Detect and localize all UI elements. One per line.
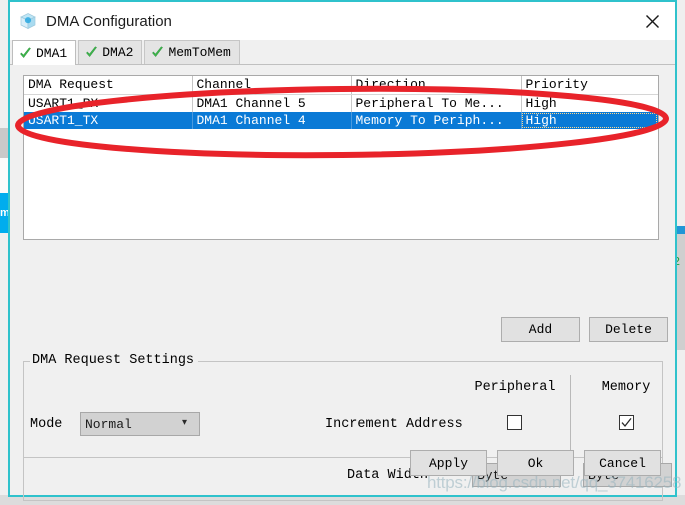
add-button[interactable]: Add	[501, 317, 580, 342]
table-header-row: DMA Request Channel Direction Priority	[24, 76, 658, 95]
increment-address-memory-checkbox[interactable]	[619, 415, 634, 430]
peripheral-column-header: Peripheral	[474, 380, 556, 395]
column-header-direction[interactable]: Direction	[351, 76, 522, 95]
table-row[interactable]: USART1_RX DMA1 Channel 5 Peripheral To M…	[24, 94, 658, 112]
close-icon[interactable]	[629, 2, 675, 40]
tab-dma2-label: DMA2	[102, 45, 134, 60]
delete-button[interactable]: Delete	[589, 317, 668, 342]
checkmark-icon	[621, 417, 632, 428]
cell-priority: High	[525, 95, 557, 111]
dialog-content: DMA Request Channel Direction Priority U…	[10, 65, 675, 501]
cube-icon	[18, 11, 38, 31]
green-check-icon	[151, 46, 164, 59]
tab-strip: DMA1 DMA2 MemToMem	[10, 40, 675, 65]
table-row[interactable]: USART1_TX DMA1 Channel 4 Memory To Perip…	[24, 111, 658, 129]
column-header-channel[interactable]: Channel	[192, 76, 352, 95]
dma-configuration-dialog: DMA Configuration DMA1 DMA2 MemToMem DMA…	[8, 0, 677, 501]
dma-request-table[interactable]: DMA Request Channel Direction Priority U…	[23, 75, 659, 240]
mode-label: Mode	[30, 417, 63, 432]
cell-direction: Peripheral To Me...	[351, 94, 522, 112]
column-header-priority[interactable]: Priority	[521, 76, 658, 95]
ok-button[interactable]: Ok	[497, 450, 574, 476]
cell-direction: Memory To Periph...	[351, 111, 522, 129]
memory-column-header: Memory	[601, 380, 651, 395]
cell-channel: DMA1 Channel 4	[192, 111, 352, 129]
cell-priority: High	[521, 111, 658, 129]
dma-request-settings-title: DMA Request Settings	[30, 353, 199, 368]
column-header-dma-request[interactable]: DMA Request	[24, 76, 193, 95]
green-check-icon	[19, 46, 32, 60]
cell-channel: DMA1 Channel 5	[192, 94, 352, 112]
tab-memtomem-label: MemToMem	[168, 45, 231, 60]
tab-dma1-label: DMA1	[36, 45, 68, 61]
green-check-icon	[85, 46, 98, 59]
dialog-footer: Apply Ok Cancel	[10, 439, 675, 495]
tab-dma1[interactable]: DMA1	[12, 40, 77, 65]
tab-memtomem[interactable]: MemToMem	[144, 40, 240, 64]
dialog-titlebar: DMA Configuration	[10, 2, 675, 40]
apply-button[interactable]: Apply	[410, 450, 487, 476]
cancel-button[interactable]: Cancel	[584, 450, 661, 476]
increment-address-label: Increment Address	[325, 417, 463, 432]
cell-dma-request: USART1_RX	[24, 94, 193, 112]
cell-dma-request: USART1_TX	[24, 111, 193, 129]
tab-dma2[interactable]: DMA2	[78, 40, 143, 64]
increment-address-peripheral-checkbox[interactable]	[507, 415, 522, 430]
dialog-title: DMA Configuration	[46, 12, 172, 30]
mode-select[interactable]: Normal	[80, 412, 200, 436]
